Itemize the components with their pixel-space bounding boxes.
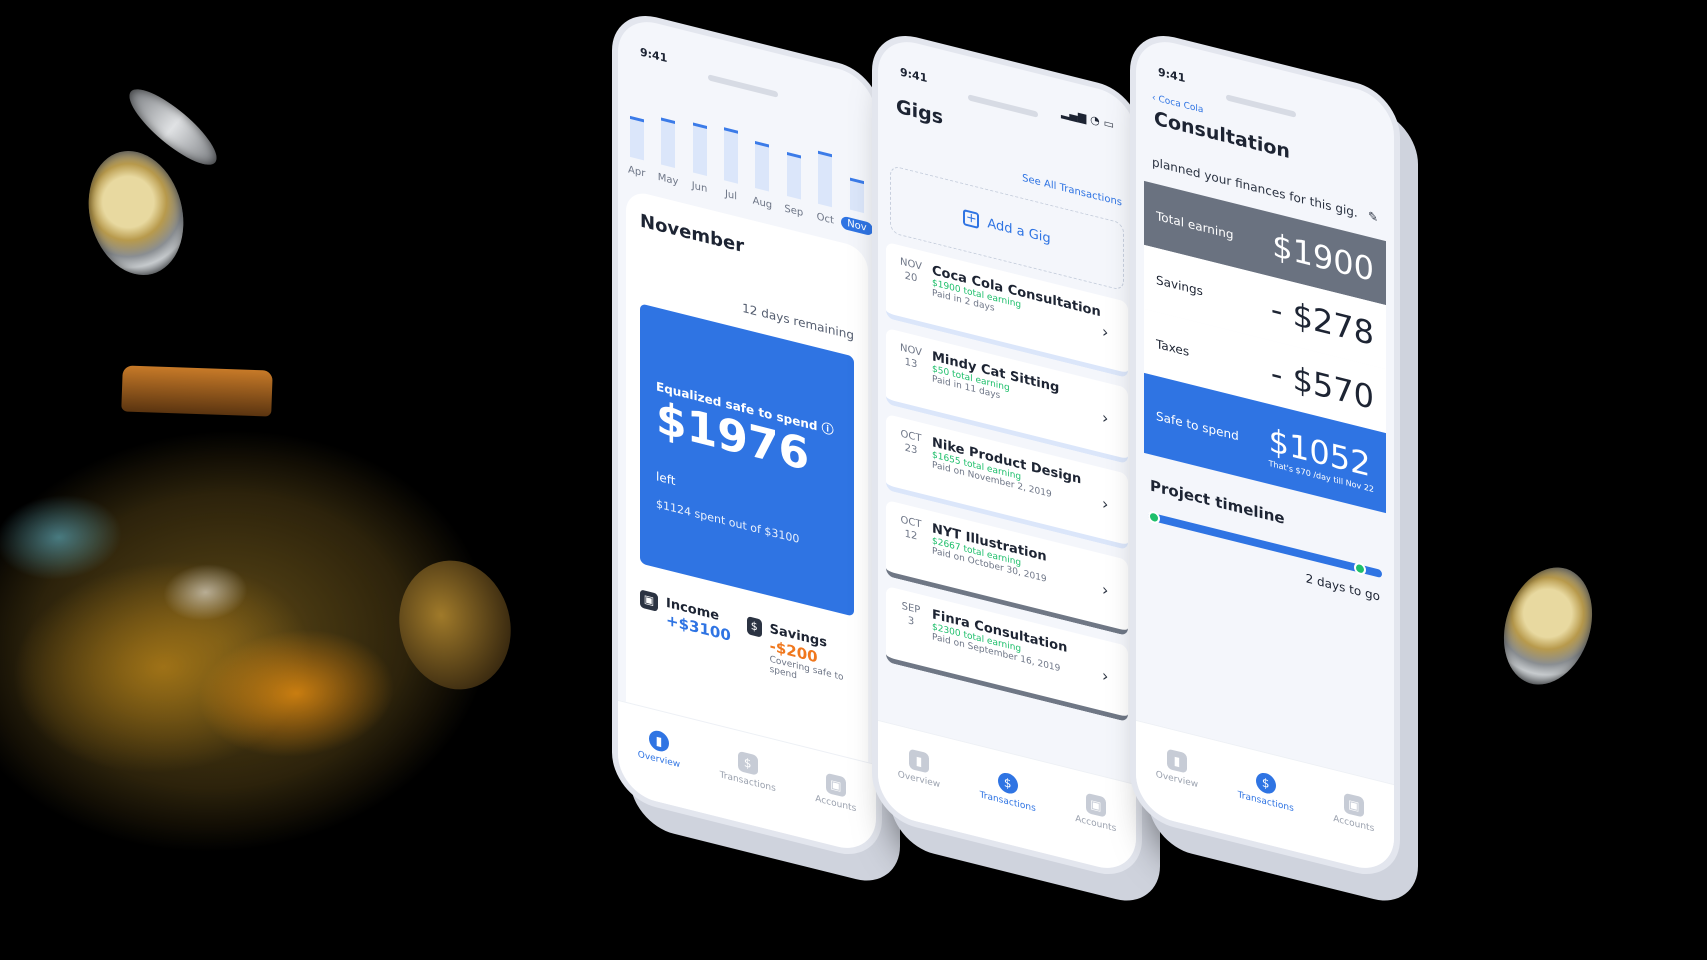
month-bar-aug[interactable]: Aug	[752, 140, 773, 211]
coin-image-right	[1489, 555, 1607, 697]
wallet-icon: ▣	[1343, 792, 1364, 818]
tab-bar: ▮ Overview $ Transactions ▣ Accounts	[878, 719, 1136, 877]
month-bar-fill	[629, 115, 644, 161]
month-bar-fill	[755, 141, 770, 192]
month-bar-fill	[692, 122, 707, 176]
month-bar-may[interactable]: May	[657, 117, 678, 188]
chevron-right-icon: ›	[1102, 493, 1109, 515]
month-bar-jun[interactable]: Jun	[689, 122, 710, 196]
tab-overview-label: Overview	[637, 749, 681, 771]
plus-icon: +	[963, 209, 980, 230]
tab-overview-label: Overview	[1155, 769, 1199, 791]
safe-to-spend-suffix: left	[656, 469, 676, 489]
tab-accounts[interactable]: ▣ Accounts	[1075, 790, 1116, 834]
chart-icon: ▮	[648, 728, 669, 754]
tab-accounts[interactable]: ▣ Accounts	[1333, 790, 1374, 834]
dollar-icon: $	[1255, 770, 1276, 796]
savings-label: Savings	[1156, 272, 1203, 299]
tab-accounts-label: Accounts	[1333, 814, 1375, 835]
tab-bar: ▮ Overview $ Transactions ▣ Accounts	[1136, 719, 1394, 877]
tab-transactions-label: Transactions	[1237, 790, 1294, 815]
tab-accounts-label: Accounts	[815, 794, 857, 815]
month-bar-sep[interactable]: Sep	[783, 151, 804, 219]
safe-to-spend-card[interactable]: Equalized safe to spend ⓘ $1976 left $11…	[640, 303, 854, 617]
gig-date: OCT 23	[896, 426, 926, 484]
tab-transactions[interactable]: $ Transactions	[1238, 766, 1294, 814]
piggy-bank-slot	[121, 365, 273, 417]
month-bar-jul[interactable]: Jul	[720, 126, 741, 203]
taxes-label: Taxes	[1156, 336, 1190, 360]
chevron-right-icon: ›	[1102, 579, 1109, 601]
wallet-icon: ▣	[825, 772, 846, 798]
month-bar-label: Jul	[724, 188, 738, 203]
gig-date: NOV 20	[896, 254, 926, 312]
gig-date: SEP 3	[896, 598, 926, 656]
total-earning-label: Total earning	[1156, 208, 1234, 243]
tab-overview-label: Overview	[897, 769, 941, 791]
chevron-right-icon: ›	[1102, 407, 1109, 429]
month-bar-label: Sep	[784, 203, 804, 220]
tab-overview[interactable]: ▮ Overview	[1155, 746, 1199, 791]
gig-date: OCT 12	[896, 512, 926, 570]
safe-to-spend-label: Safe to spend	[1156, 408, 1239, 444]
tab-transactions-label: Transactions	[719, 770, 776, 795]
pencil-icon[interactable]: ✎	[1368, 209, 1378, 226]
chart-icon: ▮	[1166, 748, 1187, 774]
chevron-right-icon: ›	[1102, 665, 1109, 687]
month-bar-label: Jun	[691, 180, 708, 196]
phone-gigs-screen: 9:41 ▂▄▆ ◔ ▭ Gigs See All Transactions +…	[872, 26, 1142, 884]
month-bar-nov[interactable]: Nov	[841, 177, 873, 237]
month-bar-fill	[723, 127, 738, 184]
help-icon[interactable]: ⓘ	[822, 421, 834, 438]
savings-stat[interactable]: $ Savings -$200 Covering safe to spend	[747, 616, 854, 696]
month-bar-oct[interactable]: Oct	[815, 150, 836, 227]
tab-accounts[interactable]: ▣ Accounts	[815, 770, 856, 814]
tab-transactions[interactable]: $ Transactions	[980, 766, 1036, 814]
month-bar-label: Apr	[628, 164, 646, 180]
wallet-icon: ▣	[1085, 792, 1106, 818]
piggy-bank-icon: $	[747, 616, 762, 638]
month-bar-apr[interactable]: Apr	[626, 115, 647, 180]
gig-list: NOV 20 Coca Cola Consultation $1900 total e…	[878, 240, 1136, 724]
tab-transactions[interactable]: $ Transactions	[720, 746, 776, 794]
chevron-right-icon: ›	[1102, 321, 1109, 343]
gig-date: NOV 13	[896, 340, 926, 398]
month-bar-label: Aug	[752, 195, 773, 212]
month-bar-label: Oct	[816, 211, 834, 227]
month-bar-fill	[661, 117, 676, 169]
dollar-icon: $	[997, 770, 1018, 796]
month-bar-fill	[849, 177, 864, 214]
month-bar-label: Nov	[841, 215, 873, 237]
chart-icon: ▮	[908, 748, 929, 774]
coin-image	[75, 140, 197, 286]
add-gig-label: Add a Gig	[987, 215, 1051, 247]
tab-overview[interactable]: ▮ Overview	[897, 746, 941, 791]
month-bar-fill	[786, 151, 801, 200]
dollar-icon: $	[737, 750, 758, 776]
month-bar-fill	[818, 150, 833, 208]
tab-transactions-label: Transactions	[979, 790, 1036, 815]
tab-accounts-label: Accounts	[1075, 814, 1117, 835]
tab-overview[interactable]: ▮ Overview	[637, 726, 681, 771]
phone-overview-screen: 9:41 Apr May Jun Jul Aug Sep Oct Nov November 1…	[612, 6, 882, 864]
month-bar-label: May	[657, 171, 679, 188]
wallet-icon: ▣	[640, 589, 658, 612]
phone-consultation-screen: 9:41 ‹ Coca Cola Consultation planned yo…	[1130, 26, 1400, 884]
income-stat[interactable]: ▣ Income +$3100	[640, 589, 747, 669]
